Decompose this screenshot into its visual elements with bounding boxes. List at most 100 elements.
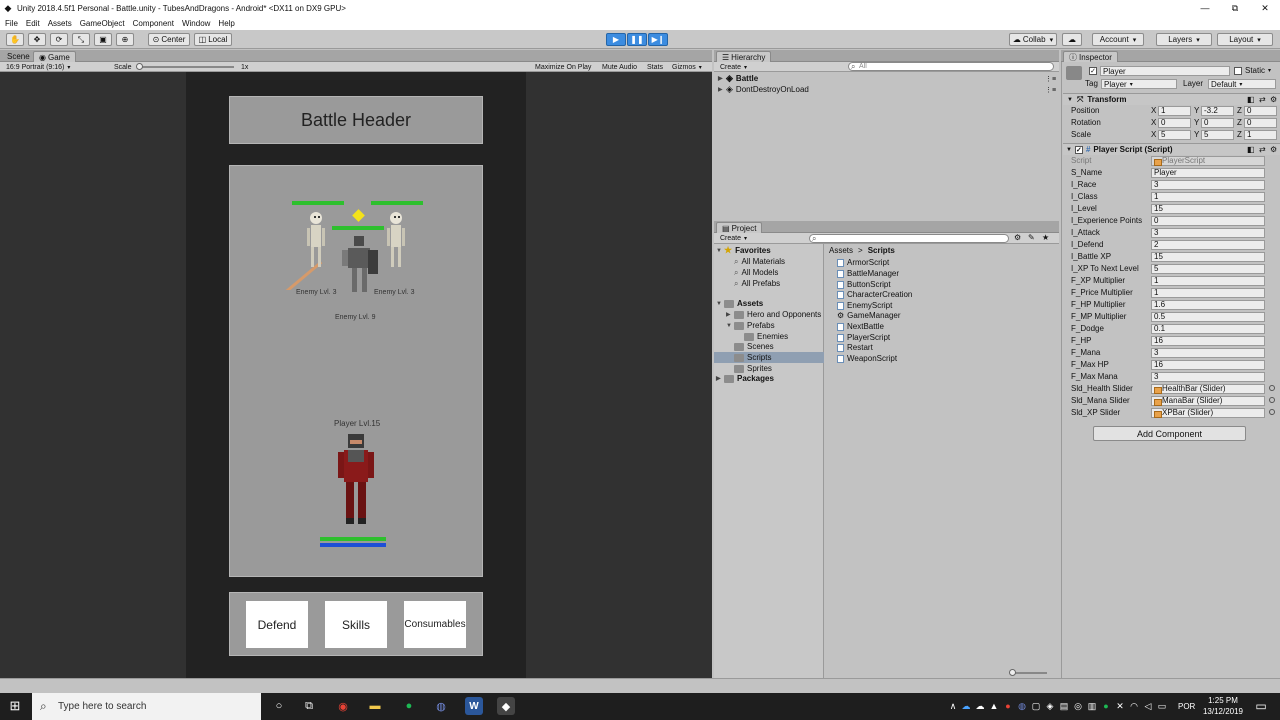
skills-button[interactable]: Skills [325, 601, 387, 648]
field-value-input[interactable]: 3 [1151, 347, 1265, 358]
field-value-input[interactable]: 3 [1151, 179, 1265, 190]
services-button[interactable]: ☁ [1062, 33, 1082, 46]
scale-slider-track[interactable] [138, 66, 234, 68]
play-button[interactable]: ▶ [606, 33, 626, 46]
transform-tool-button[interactable]: ⊕ [116, 33, 134, 46]
aspect-dropdown[interactable]: 16:9 Portrait (9:16) [6, 63, 70, 72]
rotation-y-field[interactable]: 0 [1201, 117, 1234, 128]
space-local-button[interactable]: ◫ Local [194, 33, 232, 46]
collapse-icon[interactable]: ▼ [1066, 147, 1072, 153]
field-value-input[interactable]: 1 [1151, 191, 1265, 202]
menu-gameobject[interactable]: GameObject [80, 19, 125, 28]
field-value-input[interactable]: 1 [1151, 287, 1265, 298]
folder-scripts[interactable]: Scripts [714, 352, 824, 363]
hierarchy-create-button[interactable]: Create [720, 63, 747, 72]
object-picker-icon[interactable] [1269, 397, 1275, 403]
position-z-field[interactable]: 0 [1244, 105, 1277, 116]
favorite-star-icon[interactable]: ★ [1042, 233, 1049, 242]
project-create-button[interactable]: Create [720, 234, 747, 243]
player-script-component-header[interactable]: ▼ ✓ # Player Script (Script) ◧ ⇄ ⚙ [1063, 143, 1280, 155]
field-value-input[interactable]: 16 [1151, 359, 1265, 370]
word-icon[interactable]: W [465, 697, 483, 715]
assets-folder[interactable]: ▼ Assets [716, 298, 763, 309]
menu-component[interactable]: Component [133, 19, 174, 28]
position-y-field[interactable]: -3.2 [1201, 105, 1234, 116]
settings-gear-icon[interactable]: ⚙ [1270, 95, 1277, 104]
layer-dropdown[interactable]: Default [1208, 79, 1276, 89]
object-name-field[interactable]: Player [1100, 66, 1230, 76]
object-reference-field[interactable]: ManaBar (Slider) [1151, 395, 1265, 406]
maximize-on-play-toggle[interactable]: Maximize On Play [535, 63, 591, 72]
notifications-icon[interactable]: ▭ [1252, 697, 1270, 715]
component-enabled-checkbox[interactable]: ✓ [1074, 145, 1086, 154]
battle-options-icon[interactable]: ⋮≡ [1045, 75, 1056, 83]
gizmos-dropdown[interactable]: Gizmos [672, 63, 702, 72]
tab-inspector[interactable]: ⓘ Inspector [1063, 51, 1118, 62]
static-toggle[interactable]: Static ▾ [1234, 66, 1271, 75]
favorite-all-materials[interactable]: ⌕ All Materials [734, 256, 785, 267]
taskbar-search-input[interactable]: ⌕ Type here to search [32, 693, 261, 720]
packages-folder[interactable]: ▶ Packages [716, 373, 774, 384]
tab-hierarchy[interactable]: ☰ Hierarchy [716, 51, 772, 62]
expand-icon[interactable]: ▶ [718, 75, 726, 82]
spotify-icon[interactable]: ● [400, 697, 418, 715]
input-language[interactable]: POR [1178, 702, 1195, 711]
expand-icon[interactable]: ▶ [716, 375, 724, 382]
add-component-button[interactable]: Add Component [1093, 426, 1246, 441]
hand-tool-button[interactable]: ✋ [6, 33, 24, 46]
expand-icon[interactable]: ▶ [718, 86, 726, 93]
script-file[interactable]: WeaponScript [837, 353, 897, 364]
icon-size-slider-thumb[interactable] [1009, 669, 1016, 676]
tab-project[interactable]: ▤ Project [716, 222, 763, 233]
hierarchy-item-dontdestroyonload[interactable]: ▶ ◈ DontDestroyOnLoad [718, 84, 809, 95]
collapse-icon[interactable]: ▼ [726, 323, 734, 329]
script-file[interactable]: CharacterCreation [837, 289, 912, 300]
field-value-input[interactable]: 1 [1151, 275, 1265, 286]
folder-scenes[interactable]: Scenes [734, 341, 774, 352]
discord-icon[interactable]: ◍ [432, 697, 450, 715]
chrome-icon[interactable]: ◉ [334, 697, 352, 715]
field-value-input[interactable]: 5 [1151, 263, 1265, 274]
ddol-options-icon[interactable]: ⋮≡ [1045, 86, 1056, 94]
breadcrumb-scripts[interactable]: Scripts [868, 246, 895, 255]
field-value-input[interactable]: 3 [1151, 371, 1265, 382]
script-file[interactable]: Restart [837, 342, 873, 353]
scale-tool-button[interactable]: ⤡ [72, 33, 90, 46]
field-value-input[interactable]: 0.5 [1151, 311, 1265, 322]
collapse-icon[interactable]: ▼ [716, 301, 724, 307]
script-file[interactable]: NextBattle [837, 321, 884, 332]
stats-toggle[interactable]: Stats [647, 63, 663, 72]
account-dropdown[interactable]: Account [1092, 33, 1144, 46]
script-file[interactable]: ArmorScript [837, 257, 889, 268]
unity-taskbar-icon[interactable]: ◆ [497, 697, 515, 715]
collapse-icon[interactable]: ▼ [716, 248, 724, 254]
field-value-input[interactable]: 2 [1151, 239, 1265, 250]
breadcrumb-assets[interactable]: Assets [829, 246, 853, 255]
menu-window[interactable]: Window [182, 19, 210, 28]
object-reference-field[interactable]: XPBar (Slider) [1151, 407, 1265, 418]
menu-edit[interactable]: Edit [26, 19, 40, 28]
scale-y-field[interactable]: 5 [1201, 129, 1234, 140]
field-value-input[interactable]: Player [1151, 167, 1265, 178]
battery-icon[interactable]: ▭ [1153, 697, 1171, 715]
pause-button[interactable]: ❚❚ [627, 33, 647, 46]
clock[interactable]: 1:25 PM 13/12/2019 [1196, 695, 1250, 717]
hierarchy-item-battle[interactable]: ▶ ◈ Battle [718, 73, 758, 84]
collab-button[interactable]: ☁ Collab [1009, 33, 1057, 46]
field-value-input[interactable]: 15 [1151, 203, 1265, 214]
layers-dropdown[interactable]: Layers [1156, 33, 1212, 46]
script-file[interactable]: ⚙ GameManager [837, 310, 901, 321]
rotate-tool-button[interactable]: ⟳ [50, 33, 68, 46]
menu-file[interactable]: File [5, 19, 18, 28]
rotation-z-field[interactable]: 0 [1244, 117, 1277, 128]
consumables-button[interactable]: Consumables [404, 601, 466, 648]
folder-hero-and-opponents[interactable]: ▶ Hero and Opponents [726, 309, 821, 320]
preset-icon[interactable]: ⇄ [1259, 145, 1266, 154]
layout-dropdown[interactable]: Layout [1217, 33, 1273, 46]
field-value-input[interactable]: 0.1 [1151, 323, 1265, 334]
filter-type-icon[interactable]: ⚙ [1014, 233, 1021, 242]
folder-prefabs[interactable]: ▼ Prefabs [726, 320, 775, 331]
help-icon[interactable]: ◧ [1247, 95, 1255, 104]
mute-audio-toggle[interactable]: Mute Audio [602, 63, 637, 72]
defend-button[interactable]: Defend [246, 601, 308, 648]
